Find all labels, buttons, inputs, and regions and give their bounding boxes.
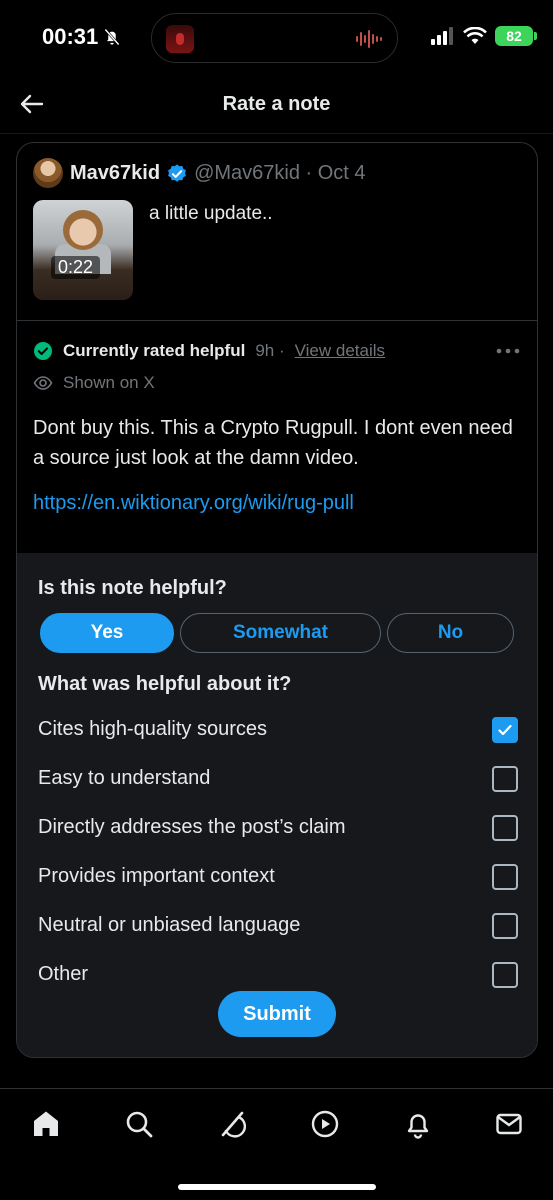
- note-card: Mav67kid @Mav67kid · Oct 4 0:22 a little…: [16, 142, 538, 1058]
- reason-checkbox[interactable]: [492, 716, 518, 743]
- post-author: Mav67kid @Mav67kid · Oct 4: [70, 162, 366, 185]
- header: Rate a note: [0, 76, 553, 134]
- shown-on-row: Shown on X: [33, 373, 155, 393]
- battery-level: 82: [506, 28, 522, 44]
- option-yes-button[interactable]: Yes: [40, 613, 174, 653]
- helpful-options: Yes Somewhat No: [40, 613, 514, 653]
- reason-label: Provides important context: [38, 865, 275, 887]
- helpful-reasons-question: What was helpful about it?: [38, 673, 292, 695]
- video-thumbnail[interactable]: 0:22: [33, 200, 133, 300]
- avatar[interactable]: [33, 158, 63, 188]
- note-status-label: Currently rated helpful: [63, 341, 246, 360]
- battery-indicator: 82: [495, 26, 537, 46]
- author-handle-date: @Mav67kid · Oct 4: [194, 162, 366, 184]
- reason-label: Directly addresses the post’s claim: [38, 816, 346, 838]
- reason-checkbox[interactable]: [492, 765, 518, 792]
- home-icon[interactable]: [31, 1109, 61, 1139]
- reason-row-easy[interactable]: Easy to understand: [38, 754, 518, 803]
- note-time: 9h ·: [255, 341, 285, 360]
- checkmark-icon: [498, 724, 512, 735]
- status-time: 00:31: [42, 24, 122, 50]
- now-playing-thumbnail: [166, 25, 194, 53]
- video-duration: 0:22: [51, 256, 101, 279]
- note-source-link[interactable]: https://en.wiktionary.org/wiki/rug-pull: [33, 492, 354, 515]
- author-name[interactable]: Mav67kid: [70, 162, 160, 185]
- clock-text: 00:31: [42, 24, 99, 49]
- reason-row-sources[interactable]: Cites high-quality sources: [38, 705, 518, 754]
- reason-row-neutral[interactable]: Neutral or unbiased language: [38, 901, 518, 950]
- option-somewhat-button[interactable]: Somewhat: [180, 613, 381, 653]
- note-status-row: Currently rated helpful 9h · View detail…: [33, 341, 385, 361]
- notifications-icon[interactable]: [403, 1109, 433, 1139]
- wifi-icon: [463, 27, 487, 44]
- cellular-signal-icon: [431, 27, 453, 45]
- messages-icon[interactable]: [494, 1109, 524, 1139]
- view-details-link[interactable]: View details: [295, 341, 385, 361]
- reason-checkbox[interactable]: [492, 912, 518, 939]
- reason-label: Cites high-quality sources: [38, 718, 267, 740]
- submit-button[interactable]: Submit: [218, 991, 336, 1037]
- post-text: a little update..: [149, 203, 273, 224]
- option-no-button[interactable]: No: [387, 613, 514, 653]
- rating-panel: Is this note helpful? Yes Somewhat No Wh…: [17, 553, 537, 1057]
- bell-off-icon: [104, 28, 120, 46]
- reason-checkbox[interactable]: [492, 814, 518, 841]
- shown-on-label: Shown on X: [63, 373, 155, 392]
- verified-badge-icon: [168, 163, 186, 182]
- audio-waveform-icon: [356, 30, 382, 48]
- reason-label: Easy to understand: [38, 767, 211, 789]
- helpful-question: Is this note helpful?: [38, 577, 227, 599]
- reason-checkbox[interactable]: [492, 961, 518, 988]
- status-bar: 00:31 82: [0, 0, 553, 76]
- reason-checkbox[interactable]: [492, 863, 518, 890]
- helpful-reasons-list: Cites high-quality sources Easy to under…: [38, 705, 518, 999]
- video-person-head: [63, 210, 103, 250]
- reason-row-claim[interactable]: Directly addresses the post’s claim: [38, 803, 518, 852]
- quoted-post[interactable]: Mav67kid @Mav67kid · Oct 4 0:22 a little…: [17, 143, 537, 321]
- video-icon[interactable]: [310, 1109, 340, 1139]
- check-circle-icon: [34, 342, 52, 360]
- reason-label: Neutral or unbiased language: [38, 914, 301, 936]
- status-indicators: 82: [431, 26, 537, 46]
- eye-icon: [33, 376, 53, 390]
- reason-label: Other: [38, 963, 89, 985]
- search-icon[interactable]: [124, 1109, 154, 1139]
- note-body: Dont buy this. This a Crypto Rugpull. I …: [33, 417, 513, 469]
- page-title: Rate a note: [222, 93, 331, 115]
- reason-row-context[interactable]: Provides important context: [38, 852, 518, 901]
- home-indicator[interactable]: [178, 1184, 376, 1190]
- dynamic-island[interactable]: [151, 13, 398, 63]
- community-note: Currently rated helpful 9h · View detail…: [17, 321, 537, 553]
- grok-icon[interactable]: [217, 1109, 247, 1139]
- more-options-icon[interactable]: [495, 345, 521, 357]
